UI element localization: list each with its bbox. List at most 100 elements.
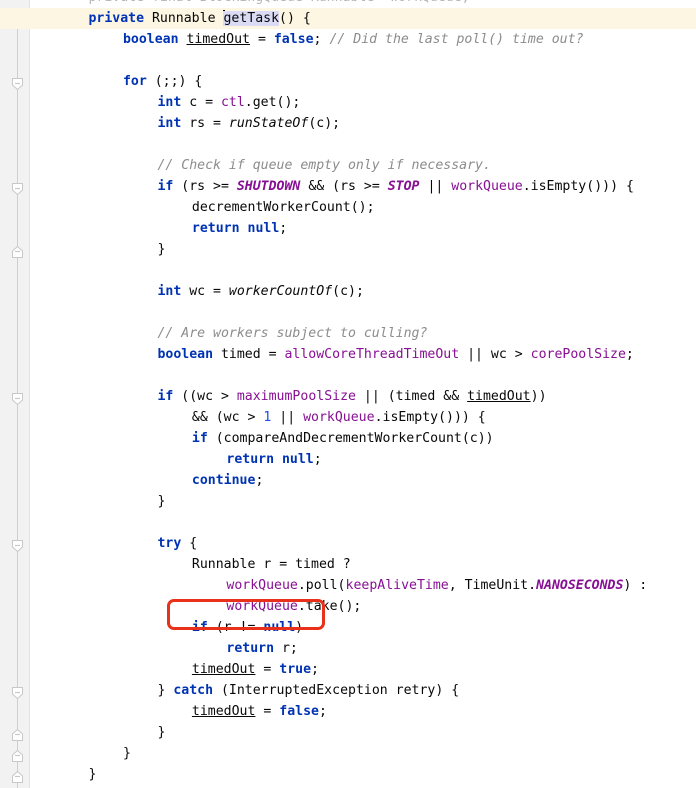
code-token: workQueue [303,410,375,425]
code-line-text: if ((wc > maximumPoolSize || (timed && t… [0,386,547,407]
code-line[interactable]: int c = ctl.get(); [0,92,696,113]
code-line-text: && (wc > 1 || workQueue.isEmpty())) { [0,407,486,428]
code-line[interactable]: && (wc > 1 || workQueue.isEmpty())) { [0,407,696,428]
code-line-text: boolean timed = allowCoreThreadTimeOut |… [0,344,634,365]
code-line[interactable] [0,260,696,281]
code-token: boolean [122,32,179,47]
code-line[interactable]: int rs = runStateOf(c); [0,113,696,134]
code-token: int [157,284,182,299]
code-token: ) : [623,578,648,593]
code-line-text: if (compareAndDecrementWorkerCount(c)) [0,428,494,449]
code-token: workQueue [226,599,298,614]
code-token: if [157,389,174,404]
code-line[interactable] [0,302,696,323]
code-token: , TimeUnit. [448,578,537,593]
code-line[interactable]: boolean timed = allowCoreThreadTimeOut |… [0,344,696,365]
code-line[interactable]: } [0,743,696,764]
code-line-text: int wc = workerCountOf(c); [0,281,364,302]
code-line[interactable]: workQueue.poll(keepAliveTime, TimeUnit.N… [0,575,696,596]
code-token: ) [295,620,304,635]
code-token: Runnable [144,11,224,26]
code-line[interactable]: if (compareAndDecrementWorkerCount(c)) [0,428,696,449]
code-line-text: if (r != null) [0,617,303,638]
code-token: } [157,494,166,509]
code-line-text: int rs = runStateOf(c); [0,113,340,134]
code-line[interactable]: if ((wc > maximumPoolSize || (timed && t… [0,386,696,407]
code-line-text: } catch (InterruptedException retry) { [0,680,459,701]
code-line[interactable]: workQueue.take(); [0,596,696,617]
code-line[interactable]: // Check if queue empty only if necessar… [0,155,696,176]
code-line[interactable]: // Are workers subject to culling? [0,323,696,344]
code-token: decrementWorkerCount(); [191,200,375,215]
code-line[interactable]: for (;;) { [0,71,696,92]
code-line[interactable]: if (r != null) [0,617,696,638]
code-line-text: boolean timedOut = false; // Did the las… [0,29,584,50]
code-token: allowCoreThreadTimeOut [284,347,460,362]
code-token: () { [279,11,311,26]
code-line[interactable]: timedOut = false; [0,701,696,722]
code-token: ; [625,347,634,362]
code-line[interactable]: } [0,491,696,512]
code-token: (c); [332,284,364,299]
code-token: int [157,95,182,110]
code-line-text: workQueue.take(); [0,596,361,617]
code-token: if [191,620,208,635]
code-token: = [255,662,280,677]
code-content[interactable]: private Runnable getTask() {boolean time… [0,0,696,788]
code-line-text: } [0,239,165,260]
code-line[interactable]: try { [0,533,696,554]
code-line[interactable] [0,512,696,533]
code-token: || [419,179,452,194]
code-token: NANOSECONDS [536,578,624,593]
code-editor[interactable]: private final BlockingQueue<Runnable> wo… [0,0,696,788]
code-line[interactable]: private Runnable getTask() { [0,8,696,29]
code-line[interactable]: int wc = workerCountOf(c); [0,281,696,302]
code-line[interactable]: } [0,722,696,743]
code-token: runStateOf [228,116,309,131]
code-token: keepAliveTime [345,578,449,593]
code-line[interactable]: if (rs >= SHUTDOWN && (rs >= STOP || wor… [0,176,696,197]
code-line[interactable]: return null; [0,218,696,239]
code-token: timedOut [191,662,256,677]
code-line-text: int c = ctl.get(); [0,92,300,113]
code-line-text: } [0,722,165,743]
code-line[interactable]: return null; [0,449,696,470]
code-line[interactable] [0,365,696,386]
code-line[interactable]: } [0,764,696,785]
code-line-text: } [0,743,131,764]
code-line-text: timedOut = false; [0,701,327,722]
code-line[interactable]: return r; [0,638,696,659]
code-token: (InterruptedException retry) { [213,683,460,698]
code-token: || (timed && [355,389,468,404]
code-token: .get(); [244,95,301,110]
code-token: r; [274,641,298,656]
code-line[interactable]: Runnable r = timed ? [0,554,696,575]
code-token: timedOut [186,32,251,47]
code-token: // Are workers subject to culling? [157,326,428,341]
code-token: } [157,242,166,257]
code-token: ; [279,221,288,236]
code-line[interactable] [0,50,696,71]
code-token: ctl [220,95,245,110]
code-token: (r != [207,620,264,635]
code-token: )) [530,389,547,404]
code-line[interactable] [0,134,696,155]
code-token: continue [191,473,256,488]
code-token: ; [313,32,330,47]
code-token: try [157,536,182,551]
code-token: STOP [387,179,420,194]
code-token: if [157,179,174,194]
code-line[interactable]: timedOut = true; [0,659,696,680]
code-token: (rs >= [173,179,237,194]
code-line[interactable]: decrementWorkerCount(); [0,197,696,218]
code-line[interactable]: } catch (InterruptedException retry) { [0,680,696,701]
code-line[interactable]: boolean timedOut = false; // Did the las… [0,29,696,50]
code-line[interactable]: } [0,239,696,260]
code-token: (compareAndDecrementWorkerCount(c)) [207,431,494,446]
code-line[interactable]: continue; [0,470,696,491]
code-token: null [263,620,296,635]
